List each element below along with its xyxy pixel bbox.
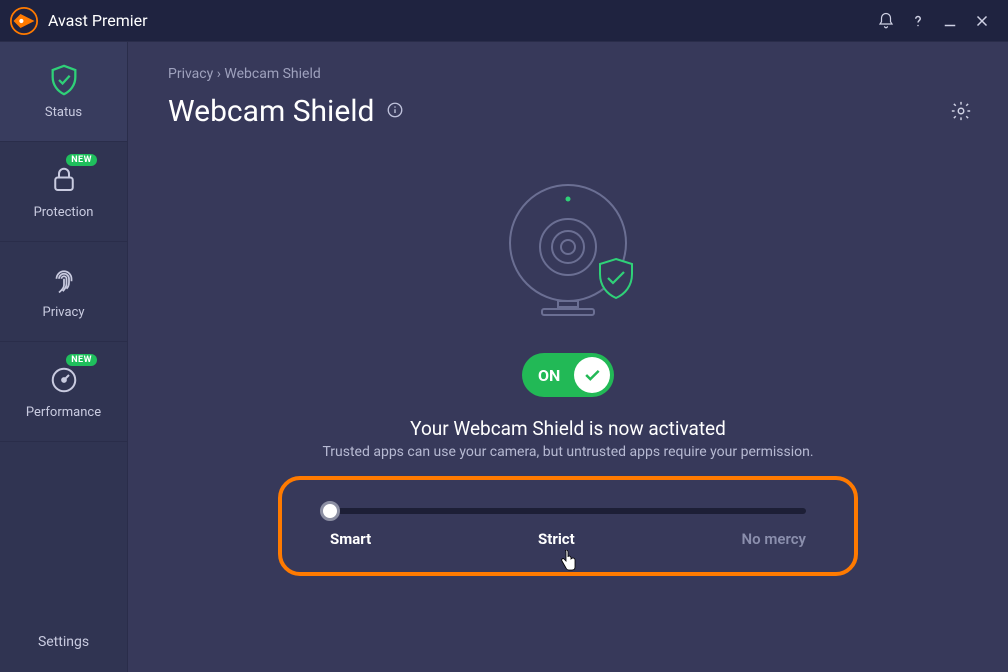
app-name: Avast Premier: [48, 11, 148, 30]
page-title: Webcam Shield: [168, 94, 374, 129]
info-icon[interactable]: [386, 101, 404, 123]
sidebar: Status NEW Protection Privacy NEW Per: [0, 42, 128, 672]
mode-option-strict[interactable]: Strict: [538, 530, 575, 548]
shield-toggle[interactable]: ON: [522, 353, 614, 397]
slider-thumb[interactable]: [320, 501, 340, 521]
sidebar-settings-link[interactable]: Settings: [0, 612, 127, 672]
activated-subtitle: Trusted apps can use your camera, but un…: [322, 444, 813, 460]
sidebar-item-performance[interactable]: NEW Performance: [0, 342, 127, 442]
sidebar-item-status[interactable]: Status: [0, 42, 127, 142]
sidebar-item-protection[interactable]: NEW Protection: [0, 142, 127, 242]
webcam-illustration-icon: [488, 169, 648, 329]
gear-icon[interactable]: [950, 100, 972, 126]
minimize-button[interactable]: [934, 5, 966, 37]
main-content: Privacy › Webcam Shield Webcam Shield: [128, 42, 1008, 672]
title-bar: Avast Premier: [0, 0, 1008, 42]
breadcrumb-page: Webcam Shield: [224, 66, 320, 82]
lock-icon: [47, 163, 81, 197]
mode-option-smart[interactable]: Smart: [330, 530, 371, 548]
sidebar-item-label: Performance: [26, 405, 101, 420]
sidebar-item-label: Privacy: [43, 305, 85, 320]
fingerprint-icon: [47, 263, 81, 297]
mode-slider[interactable]: [330, 508, 806, 514]
new-badge: NEW: [66, 354, 97, 366]
shield-check-icon: [47, 63, 81, 97]
toggle-label: ON: [538, 366, 560, 385]
avast-logo-icon: [10, 7, 38, 35]
gauge-icon: [47, 363, 81, 397]
close-button[interactable]: [966, 5, 998, 37]
activated-title: Your Webcam Shield is now activated: [322, 417, 813, 440]
notifications-icon[interactable]: [870, 5, 902, 37]
sidebar-item-label: Status: [45, 105, 82, 120]
mode-option-nomercy[interactable]: No mercy: [742, 530, 806, 548]
breadcrumb-section[interactable]: Privacy: [168, 66, 213, 82]
mode-selector-highlight: Smart Strict No mercy: [278, 476, 858, 576]
sidebar-item-privacy[interactable]: Privacy: [0, 242, 127, 342]
new-badge: NEW: [66, 154, 97, 166]
help-icon[interactable]: [902, 5, 934, 37]
cursor-hand-icon: [559, 550, 577, 576]
activation-status: Your Webcam Shield is now activated Trus…: [322, 417, 813, 460]
toggle-knob: [574, 357, 610, 393]
sidebar-item-label: Protection: [34, 205, 94, 220]
breadcrumb: Privacy › Webcam Shield: [168, 66, 968, 82]
